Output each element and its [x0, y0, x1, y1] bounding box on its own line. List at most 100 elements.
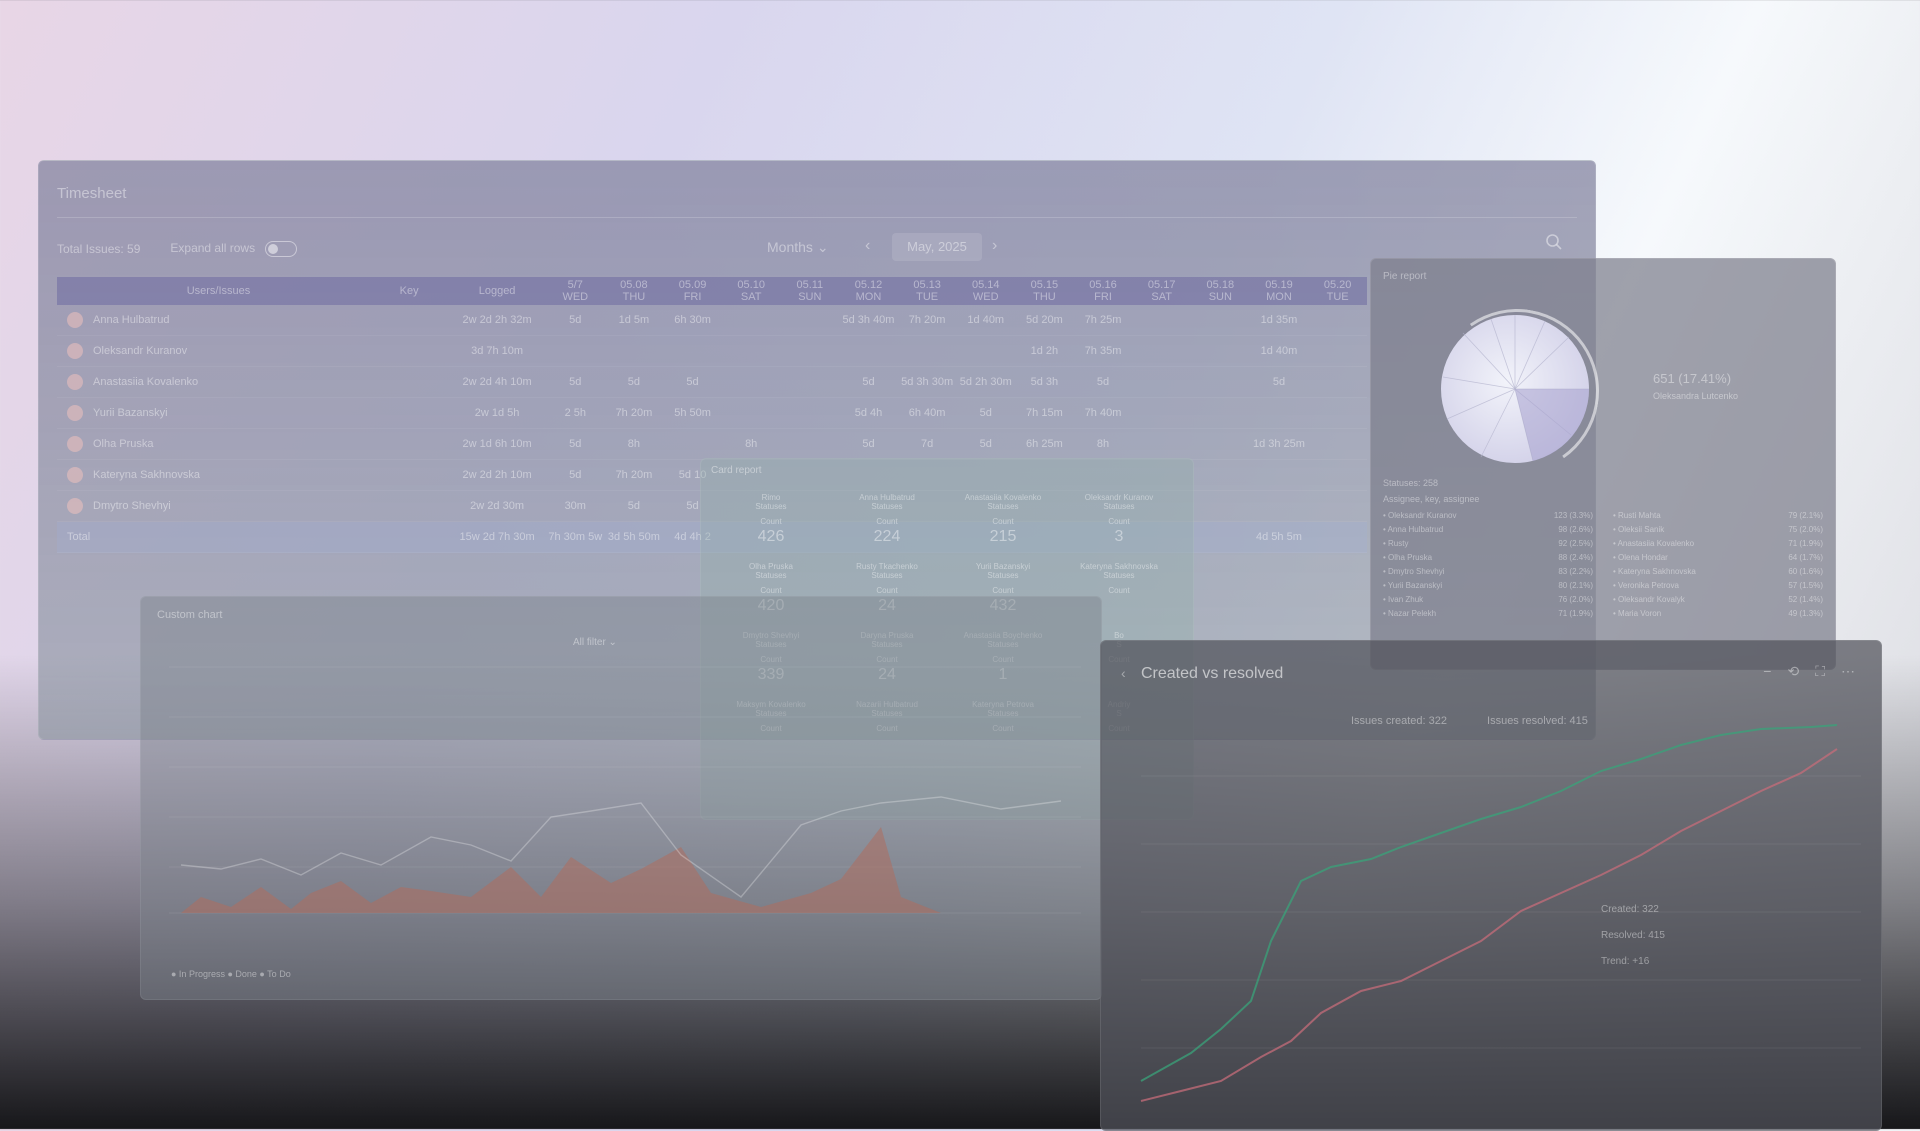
legend-item[interactable]: • Oleksii Sanik 75 (2.0%) — [1613, 525, 1823, 534]
time-cell[interactable]: 5d 20m — [1015, 314, 1074, 326]
time-cell[interactable]: 30m — [546, 500, 605, 512]
card-name: Yurii Bazanskyi — [975, 562, 1031, 571]
time-cell[interactable]: 7h 25m — [1074, 314, 1133, 326]
time-cell[interactable]: 3d 5h 50m — [605, 531, 664, 543]
time-cell[interactable]: 7h 20m — [605, 469, 664, 481]
time-cell[interactable]: 7d — [898, 438, 957, 450]
pie-meta-grouping: Assignee, key, assignee — [1383, 494, 1480, 504]
time-cell[interactable]: 5d — [546, 314, 605, 326]
time-cell[interactable]: 8h — [605, 438, 664, 450]
custom-chart-panel: Custom chart All filter ⌄ ● In Progress … — [140, 596, 1102, 1000]
time-cell[interactable]: 5d — [839, 376, 898, 388]
next-period-button[interactable]: › — [992, 237, 997, 255]
card[interactable]: Anastasiia Kovalenko Statuses Count 215 — [945, 493, 1061, 546]
col-key: Key — [399, 285, 419, 297]
time-cell[interactable]: 5d — [956, 438, 1015, 450]
col-day: 05.14 WED — [956, 279, 1015, 303]
day-date: 05.14 — [971, 279, 1000, 291]
legend-item[interactable]: • Oleksandr Kovalyk 52 (1.4%) — [1613, 595, 1823, 604]
time-cell[interactable]: 1d 5m — [605, 314, 664, 326]
legend-item[interactable]: • Maria Voron 49 (1.3%) — [1613, 609, 1823, 618]
time-cell[interactable]: 5d — [1074, 376, 1133, 388]
pie-chart[interactable] — [1441, 315, 1590, 463]
user-cell: Dmytro Shevhyi — [57, 498, 370, 514]
time-cell[interactable]: 5d 3h 30m — [898, 376, 957, 388]
time-cell[interactable]: 5d 2h 30m — [956, 376, 1015, 388]
legend-item[interactable]: • Yurii Bazanskyi 80 (2.1%) — [1383, 581, 1593, 590]
time-cell[interactable]: 6h 25m — [1015, 438, 1074, 450]
table-row[interactable]: Anastasiia Kovalenko 2w 2d 4h 10m 5d 5d 5d 5d… — [57, 367, 1367, 398]
time-cell[interactable]: 8h — [722, 438, 781, 450]
legend-item[interactable]: • Rusty 92 (2.5%) — [1383, 539, 1593, 548]
legend-item[interactable]: • Rusti Mahta 79 (2.1%) — [1613, 511, 1823, 520]
time-cell[interactable]: 1d 40m — [956, 314, 1015, 326]
table-row[interactable]: Anna Hulbatrud 2w 2d 2h 32m 5d 1d 5m 6h 30m 5… — [57, 305, 1367, 336]
legend-name: • Rusti Mahta — [1613, 511, 1661, 520]
time-cell[interactable]: 6h 30m — [663, 314, 722, 326]
card[interactable]: Oleksandr Kuranov Statuses Count 3 — [1061, 493, 1177, 546]
time-cell[interactable]: 5d 4h — [839, 407, 898, 419]
time-cell[interactable]: 5h 50m — [663, 407, 722, 419]
time-cell[interactable]: 7h 20m — [898, 314, 957, 326]
user-name: Dmytro Shevhyi — [93, 500, 171, 512]
expand-all-control[interactable]: Expand all rows — [170, 241, 298, 257]
legend-item[interactable]: • Anastasiia Kovalenko 71 (1.9%) — [1613, 539, 1823, 548]
time-cell[interactable]: 5d — [839, 438, 898, 450]
legend-name: • Kateryna Sakhnovska — [1613, 567, 1696, 576]
legend-value: 76 (2.0%) — [1558, 595, 1593, 604]
legend-item[interactable]: • Ivan Zhuk 76 (2.0%) — [1383, 595, 1593, 604]
day-weekday: WED — [972, 291, 999, 303]
legend-item[interactable]: • Oleksandr Kuranov 123 (3.3%) — [1383, 511, 1593, 520]
time-cell[interactable]: 1d 2h — [1015, 345, 1074, 357]
period-display: May, 2025 — [892, 233, 982, 261]
table-row[interactable]: Olha Pruska 2w 1d 6h 10m 5d 8h 8h 5d 7d 5d 6h 25… — [57, 429, 1367, 460]
time-cell[interactable]: 5d — [546, 438, 605, 450]
card-value: 215 — [989, 528, 1017, 545]
time-cell[interactable]: 7h 35m — [1074, 345, 1133, 357]
legend-item[interactable]: • Kateryna Sakhnovska 60 (1.6%) — [1613, 567, 1823, 576]
view-mode-select[interactable]: Months ⌄ — [767, 239, 829, 256]
time-cell[interactable]: 5d — [546, 376, 605, 388]
time-cell[interactable]: 5d — [663, 376, 722, 388]
legend-item[interactable]: • Anna Hulbatrud 98 (2.6%) — [1383, 525, 1593, 534]
time-cell[interactable]: 5d — [605, 376, 664, 388]
time-cell[interactable]: 1d 40m — [1250, 345, 1309, 357]
legend-item[interactable]: • Olena Hondar 64 (1.7%) — [1613, 553, 1823, 562]
day-date: 05.20 — [1323, 279, 1352, 291]
legend-name: • Veronika Petrova — [1613, 581, 1679, 590]
time-cell[interactable]: 1d 35m — [1250, 314, 1309, 326]
card-subtitle: Statuses — [871, 571, 903, 580]
time-cell[interactable]: 5d — [605, 500, 664, 512]
time-cell[interactable]: 5d — [956, 407, 1015, 419]
user-cell: Olha Pruska — [57, 436, 370, 452]
total-issues-label: Total Issues: 59 — [57, 242, 141, 256]
legend-item[interactable]: • Olha Pruska 88 (2.4%) — [1383, 553, 1593, 562]
time-cell[interactable]: 5d 3h 40m — [839, 314, 898, 326]
time-cell[interactable]: 5d 3h — [1015, 376, 1074, 388]
card[interactable]: Anna Hulbatrud Statuses Count 224 — [829, 493, 945, 546]
table-row[interactable]: Oleksandr Kuranov 3d 7h 10m 1d 2h 7h 35m 1d … — [57, 336, 1367, 367]
col-day: 05.15 THU — [1015, 279, 1074, 303]
time-cell[interactable]: 7h 30m 5w — [546, 531, 605, 543]
time-cell[interactable]: 7h 15m — [1015, 407, 1074, 419]
legend-name: • Nazar Pelekh — [1383, 609, 1437, 618]
search-icon[interactable] — [1545, 233, 1563, 251]
time-cell[interactable]: 5d — [546, 469, 605, 481]
time-cell[interactable]: 7h 20m — [605, 407, 664, 419]
prev-period-button[interactable]: ‹ — [865, 237, 870, 255]
expand-all-toggle[interactable] — [265, 241, 298, 257]
legend-item[interactable]: • Veronika Petrova 57 (1.5%) — [1613, 581, 1823, 590]
table-row[interactable]: Yurii Bazanskyi 2w 1d 5h 2 5h 7h 20m 5h 50m 5… — [57, 398, 1367, 429]
time-cell[interactable]: 5d — [1250, 376, 1309, 388]
time-cell[interactable]: 4d 5h 5m — [1250, 531, 1309, 543]
card[interactable]: Rimo Statuses Count 426 — [713, 493, 829, 546]
time-cell[interactable]: 8h — [1074, 438, 1133, 450]
legend-item[interactable]: • Dmytro Shevhyi 83 (2.2%) — [1383, 567, 1593, 576]
time-cell[interactable]: 7h 40m — [1074, 407, 1133, 419]
legend-item[interactable]: • Nazar Pelekh 71 (1.9%) — [1383, 609, 1593, 618]
time-cell[interactable]: 6h 40m — [898, 407, 957, 419]
time-cell[interactable]: 1d 3h 25m — [1250, 438, 1309, 450]
user-name: Olha Pruska — [93, 438, 154, 450]
time-cell[interactable]: 2 5h — [546, 407, 605, 419]
avatar — [67, 467, 83, 483]
